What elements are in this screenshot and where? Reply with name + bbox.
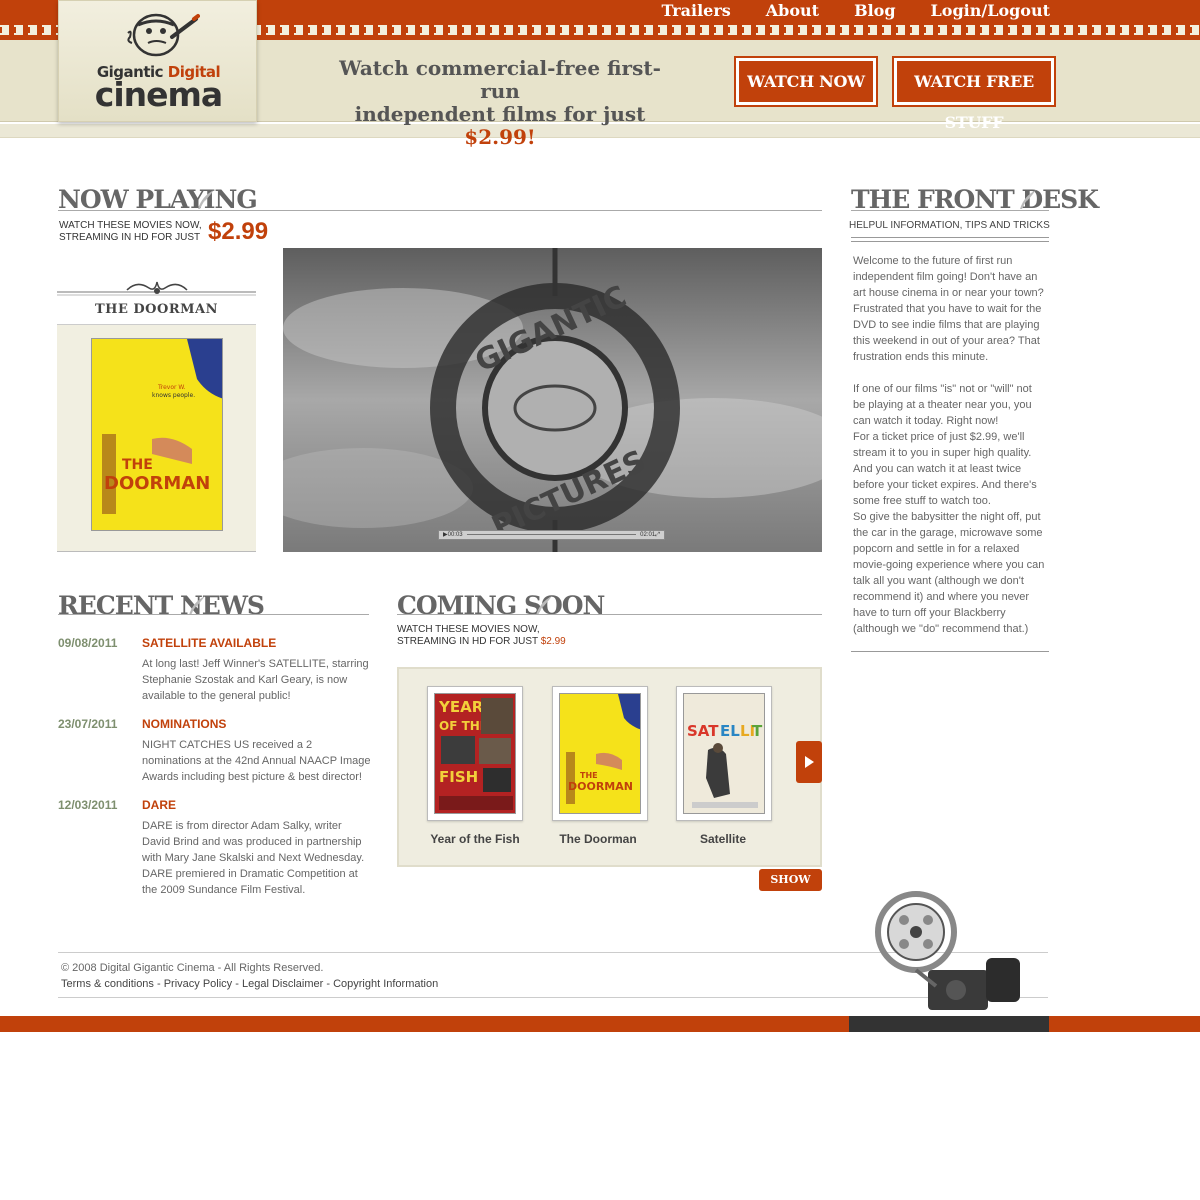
now-playing-price: $2.99 <box>208 218 269 245</box>
news-title-link[interactable]: NOMINATIONS <box>142 717 226 731</box>
svg-text:DOORMAN: DOORMAN <box>568 780 633 793</box>
coming-soon-heading: COMING SOON <box>397 591 605 620</box>
news-date: 12/03/2011 <box>58 798 118 812</box>
svg-text:YEAR: YEAR <box>438 698 484 716</box>
front-desk-subtitle: HELPUL INFORMATION, TIPS AND TRICKS <box>849 220 1050 231</box>
doorman-poster: THE DOORMAN <box>559 693 641 814</box>
film-title-label[interactable]: The Doorman <box>533 832 663 846</box>
svg-text:knows people.: knows people. <box>152 392 195 399</box>
recent-news-heading: RECENT NEWS <box>58 591 265 620</box>
header-tagline: Watch commercial-free first-run independ… <box>339 56 661 149</box>
svg-text:THE: THE <box>580 771 598 780</box>
feature-film-title: THE DOORMAN <box>95 302 218 317</box>
nav-blog[interactable]: Blog <box>854 0 895 22</box>
svg-text:FISH: FISH <box>439 768 478 786</box>
year-of-the-fish-poster: YEAR OF THE FISH <box>434 693 516 814</box>
film-projector-icon <box>875 891 1020 1010</box>
svg-text:Trevor W.: Trevor W. <box>157 384 186 391</box>
film-card-satellite[interactable]: SAT EL LI T <box>676 686 772 821</box>
video-time-elapsed: 00:03 <box>447 532 463 538</box>
nav-trailers[interactable]: Trailers <box>661 0 730 22</box>
svg-text:DOORMAN: DOORMAN <box>104 473 210 494</box>
site-logo[interactable]: Gigantic Digital cinema <box>58 0 257 122</box>
carousel-next-button[interactable] <box>796 741 822 783</box>
watch-free-stuff-button[interactable]: WATCH FREE STUFF <box>892 56 1056 132</box>
svg-text:THE: THE <box>122 457 153 473</box>
news-body: At long last! Jeff Winner's SATELLITE, s… <box>142 658 369 702</box>
svg-text:EL: EL <box>720 722 740 740</box>
footer-link-terms[interactable]: Terms & conditions <box>61 978 154 990</box>
footer-link-copyright[interactable]: Copyright Information <box>333 978 438 990</box>
footer-link-privacy[interactable]: Privacy Policy <box>164 978 232 990</box>
now-playing-subtitle: WATCH THESE MOVIES NOW, STREAMING IN HD … <box>59 220 202 243</box>
news-date: 09/08/2011 <box>58 636 118 650</box>
front-desk-divider <box>851 237 1049 238</box>
fullscreen-icon[interactable]: ⤢ <box>655 531 660 539</box>
quill-icon <box>536 596 552 615</box>
arrow-right-icon <box>805 756 814 768</box>
watch-now-button[interactable]: WATCH NOW <box>734 56 878 107</box>
video-controls[interactable]: ▶ 00:03 02:01 ⤢ <box>438 530 665 540</box>
front-desk-end-rule <box>851 651 1049 652</box>
satellite-poster: SAT EL LI T <box>683 693 765 814</box>
film-card-year-of-the-fish[interactable]: YEAR OF THE FISH <box>427 686 523 821</box>
nav-login-logout[interactable]: Login/Logout <box>931 0 1050 22</box>
front-desk-rule <box>851 210 1049 211</box>
news-body: DARE is from director Adam Salky, writer… <box>142 820 365 896</box>
video-time-total: 02:01 <box>640 532 656 538</box>
news-date: 23/07/2011 <box>58 717 118 731</box>
svg-text:T: T <box>752 722 763 740</box>
now-playing-rule <box>58 210 822 211</box>
quill-icon <box>198 190 214 209</box>
news-title-link[interactable]: SATELLITE AVAILABLE <box>142 636 276 650</box>
ornament-divider-icon <box>57 281 256 296</box>
logo-wordmark-bottom: cinema <box>94 75 223 114</box>
news-body: NIGHT CATCHES US received a 2 nomination… <box>142 739 371 783</box>
doorman-poster[interactable]: THE DOORMAN Trevor W. knows people. <box>91 338 223 531</box>
quill-icon <box>189 596 205 615</box>
copyright-text: © 2008 Digital Gigantic Cinema - All Rig… <box>61 962 324 974</box>
film-card-the-doorman[interactable]: THE DOORMAN <box>552 686 648 821</box>
show-all-button[interactable]: SHOW ALL <box>759 869 822 908</box>
front-desk-divider <box>851 241 1049 242</box>
coming-soon-subtitle: WATCH THESE MOVIES NOW, STREAMING IN HD … <box>397 624 566 647</box>
film-title-label[interactable]: Satellite <box>658 832 788 846</box>
coming-soon-rule <box>397 614 822 615</box>
video-progress-track[interactable] <box>466 531 637 535</box>
footer-links: Terms & conditions - Privacy Policy - Le… <box>61 978 439 990</box>
footer-link-legal[interactable]: Legal Disclaimer <box>242 978 323 990</box>
svg-text:OF THE: OF THE <box>439 719 488 733</box>
top-nav: Trailers About Blog Login/Logout <box>661 0 1050 22</box>
recent-news-rule <box>58 614 369 615</box>
video-player[interactable]: GIGANTIC PICTURES <box>283 248 822 552</box>
front-desk-body: Welcome to the future of first run indep… <box>853 255 1045 635</box>
news-title-link[interactable]: DARE <box>142 798 176 812</box>
nav-about[interactable]: About <box>766 0 819 22</box>
film-title-label[interactable]: Year of the Fish <box>410 832 540 846</box>
svg-text:SAT: SAT <box>687 722 719 740</box>
mascot-face-icon <box>127 13 200 57</box>
quill-icon <box>1020 190 1036 209</box>
